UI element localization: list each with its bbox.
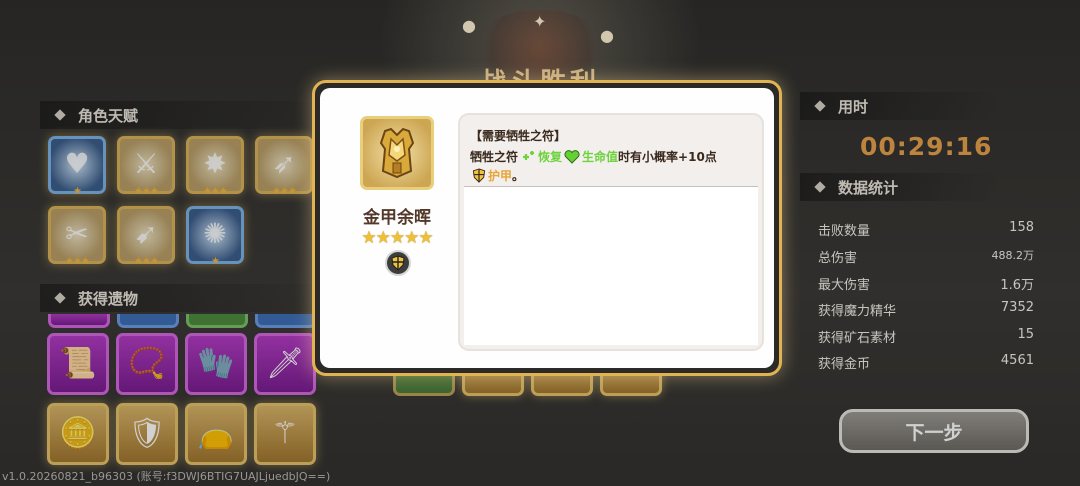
description-line-1: 牺牲之符 恢复 生命值 时有小概率+10点: [470, 148, 717, 165]
desc-hp: 生命值: [582, 150, 619, 164]
description-extra-area: [464, 187, 758, 345]
requirement-text: 【需要牺牲之符】: [470, 129, 567, 143]
heal-sparkle-icon: [520, 150, 536, 164]
relic-detail-modal: 金甲余晖 ★★★★★ 【需要牺牲之符】 牺牲之符 恢复 生命值 时有小概率+10…: [312, 80, 782, 376]
desc-heal: 恢复: [538, 150, 563, 164]
desc-text: 时有小概率+10点: [618, 150, 717, 164]
item-name: 金甲余晖: [363, 208, 431, 228]
modal-body: 金甲余晖 ★★★★★ 【需要牺牲之符】 牺牲之符 恢复 生命值 时有小概率+10…: [320, 88, 774, 368]
description-line-2: 护甲 。: [470, 167, 524, 184]
golden-armor-icon: [379, 127, 415, 179]
heart-icon: [564, 149, 580, 164]
item-icon-frame: [360, 116, 434, 190]
desc-text: 。: [512, 169, 525, 183]
armor-shield-icon: [472, 168, 486, 183]
description-panel: 【需要牺牲之符】 牺牲之符 恢复 生命值 时有小概率+10点 护甲 。: [458, 113, 764, 351]
shield-badge-icon: [385, 250, 411, 276]
shield-icon: [391, 255, 405, 271]
desc-text: 牺牲之符: [470, 150, 519, 164]
item-rarity-stars: ★★★★★: [361, 228, 433, 248]
desc-armor: 护甲: [488, 169, 513, 183]
